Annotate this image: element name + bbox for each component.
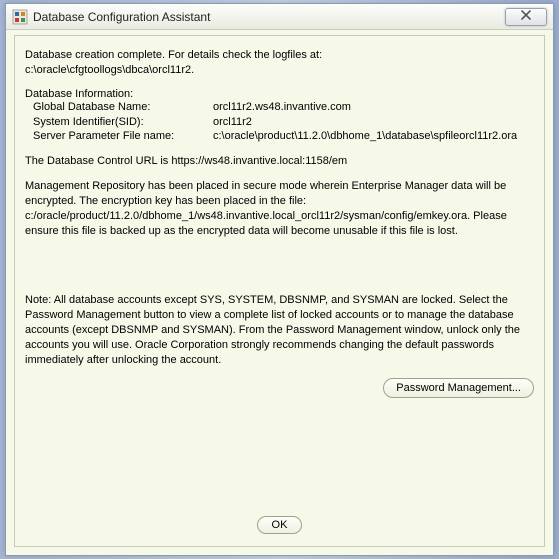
dbinfo-label: System Identifier(SID): <box>33 115 213 130</box>
dbinfo-row: System Identifier(SID): orcl11r2 <box>25 115 534 130</box>
ok-button-row: OK <box>15 516 544 534</box>
dialog-window: Database Configuration Assistant Databas… <box>5 3 554 556</box>
repository-text: Management Repository has been placed in… <box>25 179 534 238</box>
dbinfo-row: Server Parameter File name: c:\oracle\pr… <box>25 129 534 144</box>
database-info-block: Database Information: Global Database Na… <box>25 88 534 145</box>
database-info-header: Database Information: <box>25 88 534 100</box>
app-icon <box>12 9 28 25</box>
close-icon <box>521 10 531 23</box>
close-button[interactable] <box>505 8 547 26</box>
dbinfo-label: Server Parameter File name: <box>33 129 213 144</box>
dbinfo-value: orcl11r2 <box>213 115 252 130</box>
control-url-text: The Database Control URL is https://ws48… <box>25 154 534 169</box>
password-management-button[interactable]: Password Management... <box>383 378 534 398</box>
ok-button[interactable]: OK <box>257 516 303 534</box>
title-bar: Database Configuration Assistant <box>6 4 553 30</box>
creation-line1: Database creation complete. For details … <box>25 49 322 61</box>
dbinfo-label: Global Database Name: <box>33 100 213 115</box>
dbinfo-value: orcl11r2.ws48.invantive.com <box>213 100 351 115</box>
note-text: Note: All database accounts except SYS, … <box>25 293 534 367</box>
dialog-content: Database creation complete. For details … <box>14 35 545 547</box>
creation-line2: c:\oracle\cfgtoollogs\dbca\orcl11r2. <box>25 64 194 76</box>
password-button-row: Password Management... <box>25 378 534 398</box>
dbinfo-row: Global Database Name: orcl11r2.ws48.inva… <box>25 100 534 115</box>
creation-complete-text: Database creation complete. For details … <box>25 48 534 78</box>
window-title: Database Configuration Assistant <box>33 10 505 24</box>
dbinfo-value: c:\oracle\product\11.2.0\dbhome_1\databa… <box>213 129 517 144</box>
